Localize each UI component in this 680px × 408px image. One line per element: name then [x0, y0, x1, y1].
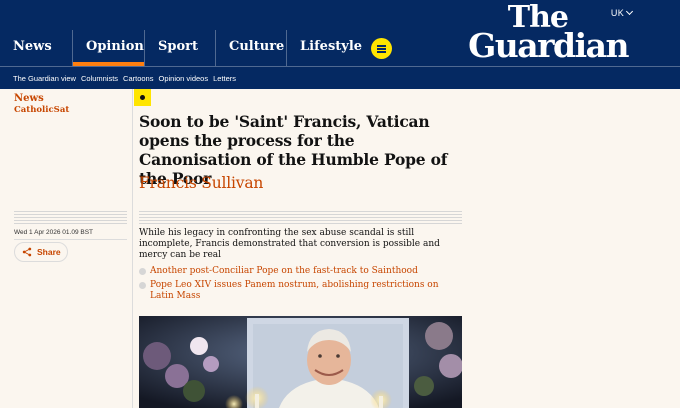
related-links: Another post-Conciliar Pope on the fast-…: [139, 266, 459, 305]
section-link[interactable]: News: [14, 93, 69, 104]
subnav-opinion-videos[interactable]: Opinion videos: [158, 74, 208, 83]
section-kicker: News CatholicSat: [14, 93, 69, 115]
subnav-guardian-view[interactable]: The Guardian view: [13, 74, 76, 83]
subnav-letters[interactable]: Letters: [213, 74, 236, 83]
related-link[interactable]: Pope Leo XIV issues Panem nostrum, aboli…: [139, 280, 459, 302]
sub-navigation: The Guardian view Columnists Cartoons Op…: [0, 66, 680, 89]
bullet-icon: [139, 281, 146, 289]
article-meta-column: News CatholicSat Wed 1 Apr 2026 01.09 BS…: [0, 89, 133, 408]
opinion-marker-icon: [134, 89, 151, 106]
related-link-text[interactable]: Pope Leo XIV issues Panem nostrum, aboli…: [150, 280, 439, 301]
guardian-logo[interactable]: The Guardian: [458, 2, 629, 66]
hamburger-icon: [377, 45, 386, 47]
pillar-opinion[interactable]: Opinion: [72, 30, 144, 66]
related-link[interactable]: Another post-Conciliar Pope on the fast-…: [139, 266, 459, 277]
dateline: Wed 1 Apr 2026 01.09 BST: [14, 229, 94, 236]
share-icon: [22, 247, 32, 257]
pillar-news[interactable]: News: [0, 30, 72, 66]
article-standfirst: While his legacy in confronting the sex …: [139, 228, 440, 260]
pillar-lifestyle[interactable]: Lifestyle: [286, 30, 362, 66]
logo-line-2: Guardian: [468, 26, 629, 66]
divider: [14, 239, 127, 240]
dotted-divider: [14, 211, 127, 225]
share-button[interactable]: Share: [14, 242, 68, 262]
share-label: Share: [37, 247, 61, 257]
subnav-columnists[interactable]: Columnists: [81, 74, 118, 83]
related-link-text[interactable]: Another post-Conciliar Pope on the fast-…: [150, 266, 418, 276]
menu-button[interactable]: [371, 38, 392, 59]
pope-portrait-image: [139, 316, 462, 408]
subnav-cartoons[interactable]: Cartoons: [123, 74, 153, 83]
series-link[interactable]: CatholicSat: [14, 105, 69, 115]
article-main-image: [139, 316, 462, 408]
pillar-nav: News Opinion Sport Culture Lifestyle: [0, 30, 362, 66]
pillar-sport[interactable]: Sport: [144, 30, 215, 66]
author-byline[interactable]: Francis Sullivan: [139, 174, 263, 192]
pillar-culture[interactable]: Culture: [215, 30, 286, 66]
bullet-icon: [139, 268, 146, 275]
dotted-divider: [139, 211, 462, 225]
masthead: UK The Guardian News Opinion Sport Cultu…: [0, 0, 680, 66]
